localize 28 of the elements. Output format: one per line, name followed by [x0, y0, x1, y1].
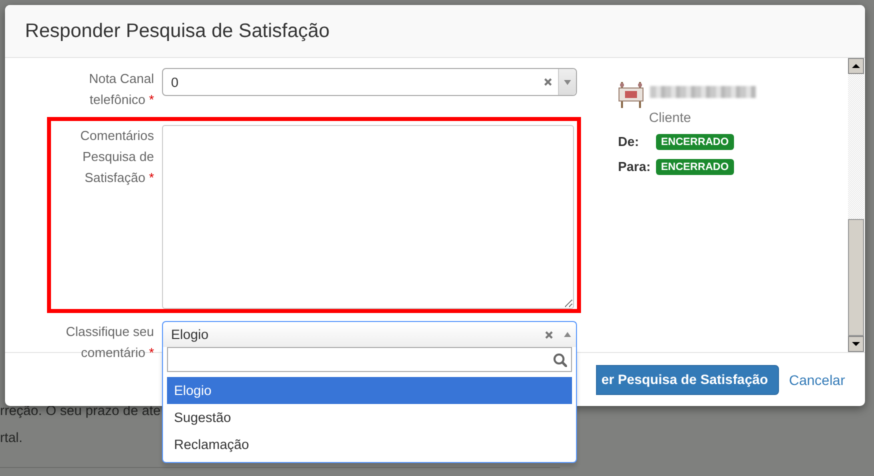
status-badge: ENCERRADO	[656, 159, 734, 175]
dropdown-option[interactable]: Sugestão	[167, 404, 572, 431]
dialog-title: Responder Pesquisa de Satisfação	[25, 20, 330, 42]
contact-role: Cliente	[649, 110, 692, 125]
dropdown-option[interactable]: Reclamação	[167, 431, 572, 458]
clear-icon	[545, 330, 553, 338]
caret-icon	[564, 332, 571, 337]
cancel-link[interactable]: Cancelar	[788, 372, 845, 388]
select-field[interactable]: 0	[162, 68, 577, 96]
avatar-icon	[618, 82, 644, 108]
page-text: rreção. O seu prazo de ate	[0, 402, 161, 420]
status-label: De:	[618, 134, 640, 148]
search-icon	[553, 352, 567, 366]
page-text: rtal.	[0, 429, 23, 447]
status-badge: ENCERRADO	[656, 134, 734, 150]
search-field[interactable]	[167, 347, 572, 372]
field-label: Comentários Pesquisa de Satisfação *	[79, 127, 155, 187]
arrow-down-icon	[852, 342, 860, 346]
arrow-up-icon	[852, 64, 860, 68]
select-field[interactable]: Elogio	[162, 321, 577, 347]
clear-icon	[544, 78, 552, 86]
scrollbar[interactable]	[848, 58, 864, 352]
submit-button[interactable]: er Pesquisa de Satisfação	[596, 364, 779, 394]
dropdown-option[interactable]: Elogio	[167, 377, 572, 404]
caret-icon	[564, 80, 571, 84]
field-label: Nota Canal telefônico *	[88, 70, 155, 109]
field-label: Classifique seu comentário *	[64, 323, 155, 362]
status-label: Para:	[618, 158, 652, 174]
